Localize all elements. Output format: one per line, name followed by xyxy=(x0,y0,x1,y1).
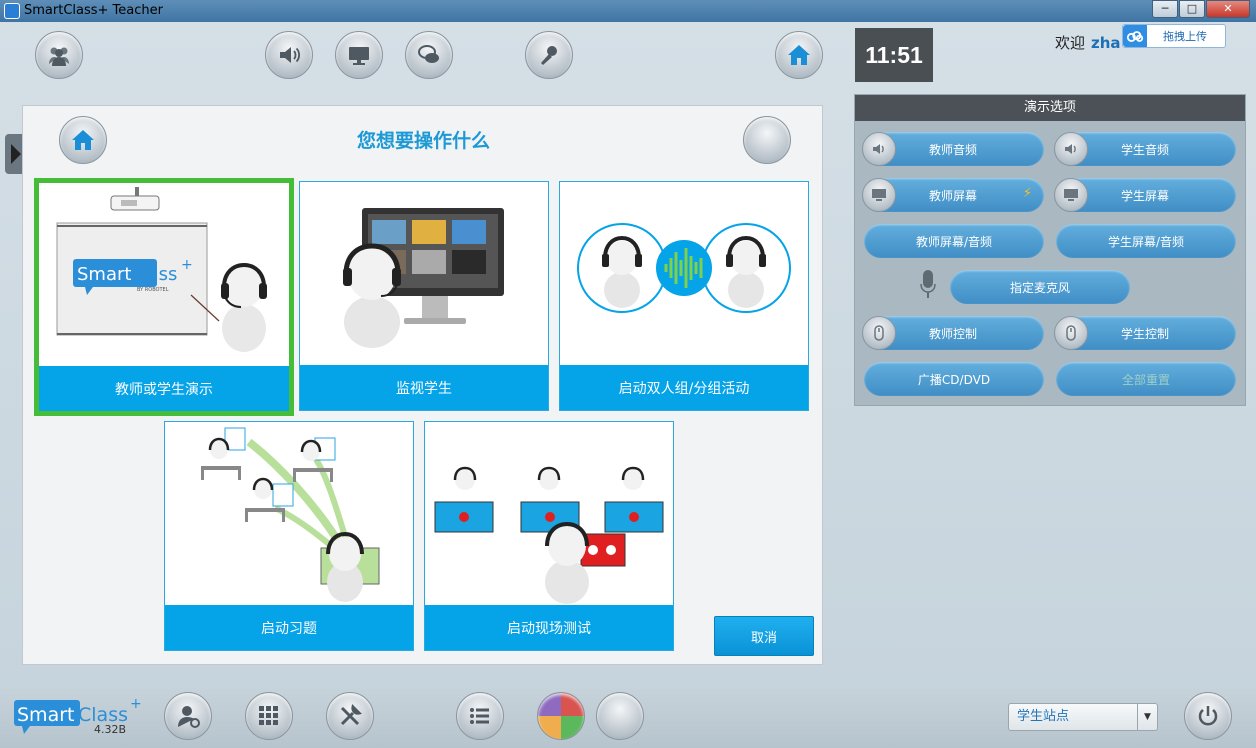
pair-group-illustration xyxy=(577,223,791,313)
student-audio-button[interactable]: 学生音频 xyxy=(1054,132,1236,166)
exercise-illustration xyxy=(201,427,380,602)
side-panel-toggle[interactable] xyxy=(5,134,23,174)
mouse-icon xyxy=(862,316,896,350)
smartclass-logo-plus: + xyxy=(181,257,193,273)
teacher-audio-label: 教师音频 xyxy=(928,142,977,157)
card-live-quiz[interactable]: 启动现场测试 xyxy=(424,421,674,651)
live-quiz-illustration xyxy=(434,466,664,604)
card-exercise-label: 启动习题 xyxy=(165,605,413,650)
dialog-title: 您想要操作什么 xyxy=(356,130,490,152)
teacher-screen-audio-label: 教师屏幕/音频 xyxy=(915,234,993,249)
monitor-icon xyxy=(862,178,896,212)
lightning-icon: ⚡ xyxy=(1022,186,1032,201)
student-station-value: 学生站点 xyxy=(1017,709,1070,724)
teacher-audio-button[interactable]: 教师音频 xyxy=(862,132,1044,166)
user-name: zha xyxy=(1091,34,1121,52)
card-monitor-students[interactable]: 监视学生 xyxy=(299,181,549,411)
dropdown-arrow-icon: ▼ xyxy=(1137,704,1157,730)
card-monitor-label: 监视学生 xyxy=(300,365,548,410)
upload-label: 拖拽上传 xyxy=(1163,30,1207,43)
speaker-icon xyxy=(862,132,896,166)
broadcast-cd-dvd-button[interactable]: 广播CD/DVD xyxy=(864,362,1044,396)
card-teacher-student-demo[interactable]: Smart Class + BY ROBOTEL 教师或学生演示 xyxy=(34,178,294,416)
assign-microphone-label: 指定麦克风 xyxy=(1009,280,1070,295)
projector-presentation-illustration: Smart Class + BY ROBOTEL xyxy=(56,187,267,352)
home-button[interactable] xyxy=(775,31,823,79)
teacher-control-button[interactable]: 教师控制 xyxy=(862,316,1044,350)
cloud-icon xyxy=(1123,25,1147,47)
clock: 11:51 xyxy=(855,28,933,82)
microphone-icon xyxy=(918,268,938,304)
by-robotel-text: BY ROBOTEL xyxy=(137,287,169,293)
card-demo-label: 教师或学生演示 xyxy=(39,366,289,411)
student-control-label: 学生控制 xyxy=(1120,326,1169,341)
minimize-button[interactable]: ─ xyxy=(1152,0,1178,18)
reset-all-label: 全部重置 xyxy=(1121,372,1170,387)
tools-icon xyxy=(340,704,362,726)
reset-all-button[interactable]: 全部重置 xyxy=(1056,362,1236,396)
student-screen-label: 学生屏幕 xyxy=(1120,188,1169,203)
monitor-icon xyxy=(349,47,369,65)
title-bar: SmartClass+ Teacher ─ □ ✕ xyxy=(0,0,1256,22)
card-quiz-label: 启动现场测试 xyxy=(425,605,673,650)
options-title: 演示选项 xyxy=(855,95,1245,121)
window-controls: ─ □ ✕ xyxy=(1151,0,1250,18)
screen-button[interactable] xyxy=(335,31,383,79)
app-grid-button[interactable] xyxy=(245,692,293,740)
student-screen-audio-button[interactable]: 学生屏幕/音频 xyxy=(1056,224,1236,258)
close-button[interactable]: ✕ xyxy=(1206,0,1250,18)
card-exercise[interactable]: 启动习题 xyxy=(164,421,414,651)
power-button[interactable] xyxy=(1184,692,1232,740)
tools-button[interactable] xyxy=(326,692,374,740)
window-title: SmartClass+ Teacher xyxy=(24,3,163,18)
grid-icon xyxy=(259,706,278,725)
teacher-control-label: 教师控制 xyxy=(928,326,977,341)
speaker-icon xyxy=(280,47,301,63)
welcome-label: 欢迎 xyxy=(1055,34,1086,52)
broadcast-cd-dvd-label: 广播CD/DVD xyxy=(917,372,991,387)
microphone-button[interactable] xyxy=(525,31,573,79)
dialog-blank-button[interactable] xyxy=(743,116,791,164)
color-palette-button[interactable] xyxy=(537,692,585,740)
monitor-icon xyxy=(1054,178,1088,212)
chat-button[interactable] xyxy=(405,31,453,79)
audio-button[interactable] xyxy=(265,31,313,79)
assign-microphone-button[interactable]: 指定麦克风 xyxy=(950,270,1130,304)
teacher-screen-label: 教师屏幕 xyxy=(928,188,977,203)
student-control-button[interactable]: 学生控制 xyxy=(1054,316,1236,350)
card-pair-group-activity[interactable]: 启动双人组/分组活动 xyxy=(559,181,809,411)
teacher-screen-button[interactable]: 教师屏幕 ⚡ xyxy=(862,178,1044,212)
mouse-icon xyxy=(1054,316,1088,350)
students-group-button[interactable] xyxy=(35,31,83,79)
card-pair-label: 启动双人组/分组活动 xyxy=(560,365,808,410)
microphone-icon xyxy=(541,46,557,65)
footer-logo-smart: Smart xyxy=(17,704,74,726)
power-icon xyxy=(1198,706,1218,726)
student-audio-label: 学生音频 xyxy=(1120,142,1169,157)
student-screen-button[interactable]: 学生屏幕 xyxy=(1054,178,1236,212)
student-station-select[interactable]: 学生站点 ▼ xyxy=(1008,703,1158,731)
monitor-students-illustration xyxy=(343,208,504,348)
user-gear-icon xyxy=(178,706,200,728)
list-button[interactable] xyxy=(456,692,504,740)
home-icon xyxy=(788,45,810,65)
app-icon xyxy=(4,3,20,19)
cancel-button[interactable]: 取消 xyxy=(714,616,814,656)
footer-logo-plus: + xyxy=(130,696,142,712)
chat-bubbles-icon xyxy=(418,45,439,63)
teacher-settings-button[interactable] xyxy=(164,692,212,740)
smartclass-logo-text-2: Class xyxy=(130,264,177,285)
maximize-button[interactable]: □ xyxy=(1179,0,1205,18)
drag-upload-button[interactable]: 拖拽上传 xyxy=(1122,24,1226,48)
teacher-screen-audio-button[interactable]: 教师屏幕/音频 xyxy=(864,224,1044,258)
list-icon xyxy=(470,708,489,724)
version-label: 4.32B xyxy=(94,723,127,736)
blank-button[interactable] xyxy=(596,692,644,740)
student-screen-audio-label: 学生屏幕/音频 xyxy=(1107,234,1185,249)
welcome-text: 欢迎 zha xyxy=(1055,32,1121,53)
smartclass-logo-text: Smart xyxy=(77,264,131,285)
people-icon xyxy=(49,47,69,66)
speaker-icon xyxy=(1054,132,1088,166)
